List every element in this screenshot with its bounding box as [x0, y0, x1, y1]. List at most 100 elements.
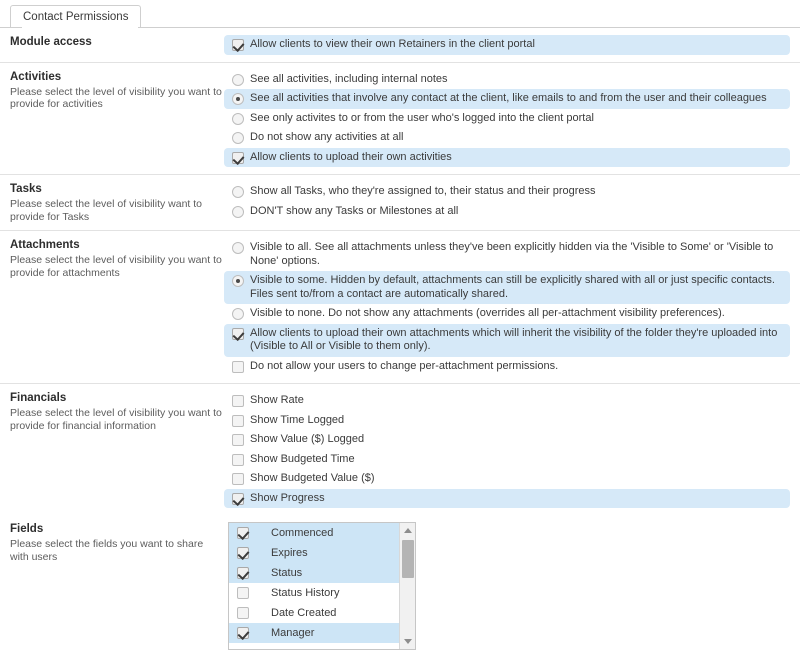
- list-item[interactable]: Commenced: [229, 523, 399, 543]
- radio-option-row[interactable]: Visible to none. Do not show any attachm…: [224, 304, 790, 324]
- list-item-label: Status History: [271, 587, 340, 599]
- section-options: Visible to all. See all attachments unle…: [224, 238, 800, 376]
- checkbox-checked-icon[interactable]: [237, 627, 249, 639]
- radio-unselected-icon[interactable]: [232, 73, 244, 86]
- option-label: Show all Tasks, who they're assigned to,…: [250, 185, 596, 197]
- list-item-label: Status: [271, 567, 303, 579]
- section-description: Please select the level of visibility yo…: [10, 254, 222, 279]
- radio-option-row[interactable]: See all activities, including internal n…: [224, 70, 790, 90]
- radio-option-row[interactable]: Do not show any activities at all: [224, 128, 790, 148]
- checkbox-option-row[interactable]: Show Time Logged: [224, 411, 790, 431]
- checkbox-unchecked-icon[interactable]: [237, 587, 249, 599]
- section-options: Show Rate Show Time Logged Show Value ($) …: [224, 391, 800, 508]
- list-item-label: Manager: [271, 627, 315, 639]
- checkbox-unchecked-icon[interactable]: [232, 360, 244, 373]
- option-label: Visible to all. See all attachments unle…: [250, 241, 774, 267]
- option-label: See all activities, including internal n…: [250, 72, 448, 85]
- list-item-label: Commenced: [271, 527, 334, 539]
- checkbox-checked-icon[interactable]: [232, 327, 244, 340]
- checkbox-option-row[interactable]: Allow clients to upload their own attach…: [224, 323, 790, 357]
- fields-list[interactable]: Commenced Expires Status Status History Date…: [229, 523, 399, 649]
- checkbox-option-row[interactable]: Show Rate: [224, 391, 790, 411]
- list-item[interactable]: Manager: [229, 623, 399, 643]
- checkbox-option-row[interactable]: Show Progress: [224, 488, 790, 508]
- section-options: Allow clients to view their own Retainer…: [224, 35, 800, 55]
- section-tasks: Tasks Please select the level of visibili…: [0, 175, 800, 231]
- section-labels: Module access: [0, 35, 224, 55]
- radio-unselected-icon[interactable]: [232, 112, 244, 125]
- scroll-up-arrow-icon[interactable]: [400, 523, 415, 538]
- section-fields-options: Commenced Expires Status Status History Date…: [224, 522, 800, 650]
- radio-option-row[interactable]: See only activites to or from the user w…: [224, 109, 790, 129]
- option-label: Show Value ($) Logged: [250, 433, 365, 445]
- section-options: Show all Tasks, who they're assigned to,…: [224, 182, 800, 223]
- checkbox-checked-icon[interactable]: [237, 567, 249, 579]
- tab-label: Contact Permissions: [23, 11, 129, 23]
- checkbox-option-row[interactable]: Allow clients to view their own Retainer…: [224, 35, 790, 55]
- section-title: Module access: [10, 36, 92, 48]
- checkbox-checked-icon[interactable]: [237, 547, 249, 559]
- radio-option-row[interactable]: Visible to some. Hidden by default, atta…: [224, 271, 790, 304]
- radio-option-row[interactable]: See all activities that involve any cont…: [224, 89, 790, 109]
- radio-unselected-icon[interactable]: [232, 186, 244, 198]
- option-label: Allow clients to upload their own attach…: [250, 326, 778, 353]
- option-label: Show Budgeted Time: [250, 452, 355, 465]
- checkbox-unchecked-icon[interactable]: [232, 395, 244, 407]
- tab-strip: Contact Permissions: [0, 0, 800, 28]
- checkbox-option-row[interactable]: Allow clients to upload their own activi…: [224, 147, 790, 167]
- radio-option-row[interactable]: Show all Tasks, who they're assigned to,…: [224, 182, 790, 202]
- section-title: Activities: [10, 70, 62, 83]
- option-label: DON'T show any Tasks or Milestones at al…: [250, 204, 459, 217]
- checkbox-unchecked-icon[interactable]: [232, 414, 244, 427]
- checkbox-option-row[interactable]: Show Budgeted Time: [224, 450, 790, 470]
- radio-unselected-icon[interactable]: [232, 308, 244, 320]
- section-labels: Tasks Please select the level of visibili…: [0, 182, 224, 223]
- list-item[interactable]: Date Created: [229, 603, 399, 623]
- section-labels: Activities Please select the level of vis…: [0, 70, 224, 168]
- radio-unselected-icon[interactable]: [232, 242, 244, 254]
- checkbox-option-row[interactable]: Show Value ($) Logged: [224, 430, 790, 450]
- section-description: Please select the level of visibility yo…: [10, 407, 222, 432]
- option-label: Visible to none. Do not show any attachm…: [250, 307, 725, 319]
- tab-contact-permissions[interactable]: Contact Permissions: [10, 5, 142, 28]
- checkbox-checked-icon[interactable]: [232, 39, 244, 51]
- section-title: Financials: [10, 392, 67, 404]
- radio-unselected-icon[interactable]: [232, 205, 244, 218]
- section-fields-title: Fields: [10, 523, 44, 535]
- checkbox-unchecked-icon[interactable]: [237, 607, 249, 619]
- section-description: Please select the level of visibility wa…: [10, 198, 203, 223]
- radio-unselected-icon[interactable]: [232, 132, 244, 144]
- scroll-down-arrow-icon[interactable]: [400, 634, 415, 649]
- checkbox-checked-icon[interactable]: [232, 492, 244, 505]
- radio-option-row[interactable]: DON'T show any Tasks or Milestones at al…: [224, 202, 790, 222]
- section-title: Tasks: [10, 183, 42, 195]
- radio-option-row[interactable]: Visible to all. See all attachments unle…: [224, 238, 790, 271]
- checkbox-unchecked-icon[interactable]: [232, 434, 244, 446]
- list-item[interactable]: Status: [229, 563, 399, 583]
- option-label: Do not allow your users to change per-at…: [250, 359, 559, 372]
- option-label: Allow clients to upload their own activi…: [250, 150, 452, 163]
- option-label: See only activites to or from the user w…: [250, 111, 594, 124]
- option-label: Allow clients to view their own Retainer…: [250, 38, 535, 50]
- fields-listbox[interactable]: Commenced Expires Status Status History Date…: [228, 522, 416, 650]
- section-attachments: Attachments Please select the level of vi…: [0, 231, 800, 384]
- checkbox-checked-icon[interactable]: [232, 151, 244, 164]
- list-item[interactable]: Status History: [229, 583, 399, 603]
- checkbox-unchecked-icon[interactable]: [232, 473, 244, 485]
- list-item[interactable]: Expires: [229, 543, 399, 563]
- checkbox-checked-icon[interactable]: [237, 527, 249, 539]
- section-activities: Activities Please select the level of vis…: [0, 63, 800, 175]
- scrollbar-thumb[interactable]: [402, 540, 414, 578]
- section-fields-description: Please select the fields you want to sha…: [10, 538, 204, 563]
- section-description: Please select the level of visibility yo…: [10, 85, 222, 111]
- checkbox-option-row[interactable]: Show Budgeted Value ($): [224, 469, 790, 489]
- checkbox-option-row[interactable]: Do not allow your users to change per-at…: [224, 357, 790, 377]
- option-label: Show Progress: [250, 491, 325, 504]
- option-label: Show Budgeted Value ($): [250, 472, 375, 484]
- option-label: See all activities that involve any cont…: [250, 92, 767, 104]
- radio-selected-icon[interactable]: [232, 93, 244, 105]
- checkbox-unchecked-icon[interactable]: [232, 453, 244, 466]
- fields-vertical-scrollbar[interactable]: [399, 523, 415, 649]
- list-item-label: Date Created: [271, 607, 337, 619]
- radio-selected-icon[interactable]: [232, 275, 244, 287]
